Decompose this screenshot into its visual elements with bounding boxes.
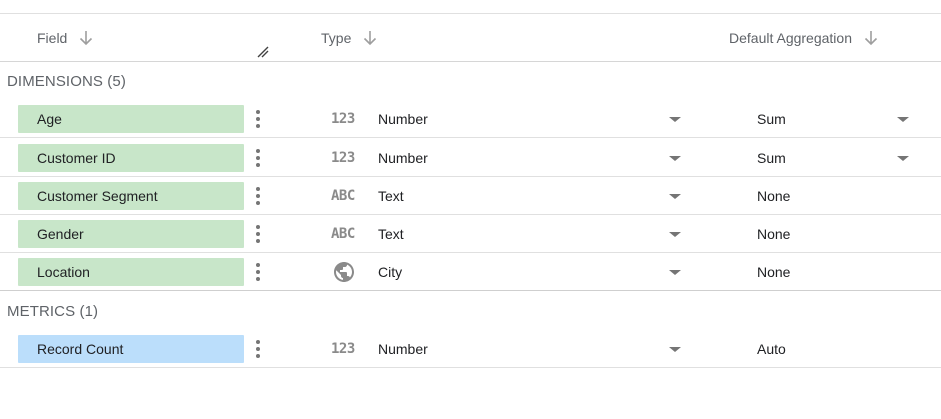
type-column-header[interactable]: Type xyxy=(321,30,377,46)
dropdown-arrow-icon xyxy=(897,117,909,122)
globe-icon xyxy=(334,262,354,282)
dimension-row: Location City None xyxy=(0,253,941,291)
aggregation-column-header[interactable]: Default Aggregation xyxy=(729,30,878,46)
more-vert-icon[interactable] xyxy=(251,184,265,208)
field-chip[interactable]: Customer ID xyxy=(18,144,244,172)
field-chip[interactable]: Customer Segment xyxy=(18,182,244,210)
dimension-row: Age 123 Number Sum xyxy=(0,100,941,138)
type-dropdown[interactable]: Number xyxy=(378,330,690,368)
type-value: Text xyxy=(378,226,404,242)
dimension-row: Customer Segment ABC Text None xyxy=(0,177,941,215)
field-chip[interactable]: Age xyxy=(18,105,244,133)
aggregation-dropdown[interactable]: Sum xyxy=(757,139,917,177)
type-value: Number xyxy=(378,150,428,166)
aggregation-value-cell: None xyxy=(757,177,917,215)
dropdown-arrow-icon xyxy=(669,347,681,352)
more-vert-icon[interactable] xyxy=(251,337,265,361)
aggregation-value-cell: Auto xyxy=(757,330,917,368)
type-value: Text xyxy=(378,188,404,204)
field-header-label: Field xyxy=(37,30,68,46)
dropdown-arrow-icon xyxy=(897,156,909,161)
dimension-row: Customer ID 123 Number Sum xyxy=(0,139,941,177)
aggregation-dropdown[interactable]: Sum xyxy=(757,100,917,138)
aggregation-value: Sum xyxy=(757,111,786,127)
type-dropdown[interactable]: City xyxy=(378,253,690,291)
type-dropdown[interactable]: Text xyxy=(378,215,690,253)
dimension-row: Gender ABC Text None xyxy=(0,215,941,253)
table-header: Field Type Default Aggregation xyxy=(0,14,941,62)
metric-row: Record Count 123 Number Auto xyxy=(0,330,941,368)
number-type-icon: 123 xyxy=(331,150,355,166)
sort-arrow-down-icon[interactable] xyxy=(864,30,878,46)
more-vert-icon[interactable] xyxy=(251,107,265,131)
aggregation-value: None xyxy=(757,264,791,280)
metrics-section-title: METRICS (1) xyxy=(7,303,99,320)
column-resize-handle-icon[interactable] xyxy=(256,45,270,59)
type-dropdown[interactable]: Number xyxy=(378,100,690,138)
aggregation-header-label: Default Aggregation xyxy=(729,30,852,46)
sort-arrow-down-icon[interactable] xyxy=(363,30,377,46)
aggregation-value: None xyxy=(757,188,791,204)
text-type-icon: ABC xyxy=(331,188,355,204)
dropdown-arrow-icon xyxy=(669,270,681,275)
type-value: City xyxy=(378,264,403,280)
number-type-icon: 123 xyxy=(331,341,355,357)
sort-arrow-down-icon[interactable] xyxy=(79,30,93,46)
aggregation-value: Auto xyxy=(757,341,786,357)
dropdown-arrow-icon xyxy=(669,156,681,161)
aggregation-value-cell: None xyxy=(757,215,917,253)
field-column-header[interactable]: Field xyxy=(37,30,93,46)
more-vert-icon[interactable] xyxy=(251,146,265,170)
dropdown-arrow-icon xyxy=(669,232,681,237)
dropdown-arrow-icon xyxy=(669,117,681,122)
field-chip[interactable]: Gender xyxy=(18,220,244,248)
aggregation-value-cell: None xyxy=(757,253,917,291)
number-type-icon: 123 xyxy=(331,111,355,127)
type-value: Number xyxy=(378,341,428,357)
text-type-icon: ABC xyxy=(331,226,355,242)
aggregation-value: Sum xyxy=(757,150,786,166)
field-chip[interactable]: Record Count xyxy=(18,335,244,363)
aggregation-value: None xyxy=(757,226,791,242)
dimensions-section-title: DIMENSIONS (5) xyxy=(7,73,126,90)
dropdown-arrow-icon xyxy=(669,194,681,199)
type-dropdown[interactable]: Text xyxy=(378,177,690,215)
type-value: Number xyxy=(378,111,428,127)
more-vert-icon[interactable] xyxy=(251,260,265,284)
more-vert-icon[interactable] xyxy=(251,222,265,246)
type-dropdown[interactable]: Number xyxy=(378,139,690,177)
type-header-label: Type xyxy=(321,30,352,46)
field-chip[interactable]: Location xyxy=(18,258,244,286)
